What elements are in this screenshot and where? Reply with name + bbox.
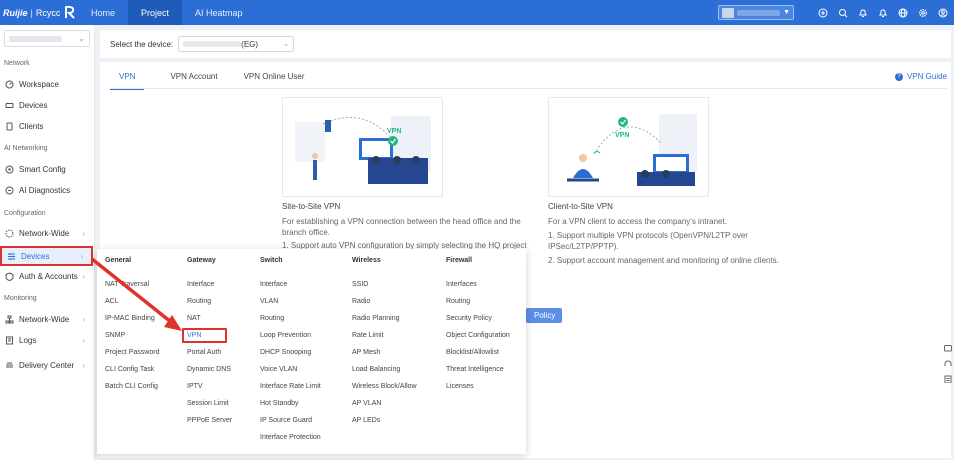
annotation-arrow-icon: [90, 257, 182, 331]
chat-icon[interactable]: [944, 345, 952, 354]
headset-icon[interactable]: [944, 360, 952, 369]
floating-tools: [944, 345, 954, 390]
clipboard-icon[interactable]: [944, 375, 952, 384]
